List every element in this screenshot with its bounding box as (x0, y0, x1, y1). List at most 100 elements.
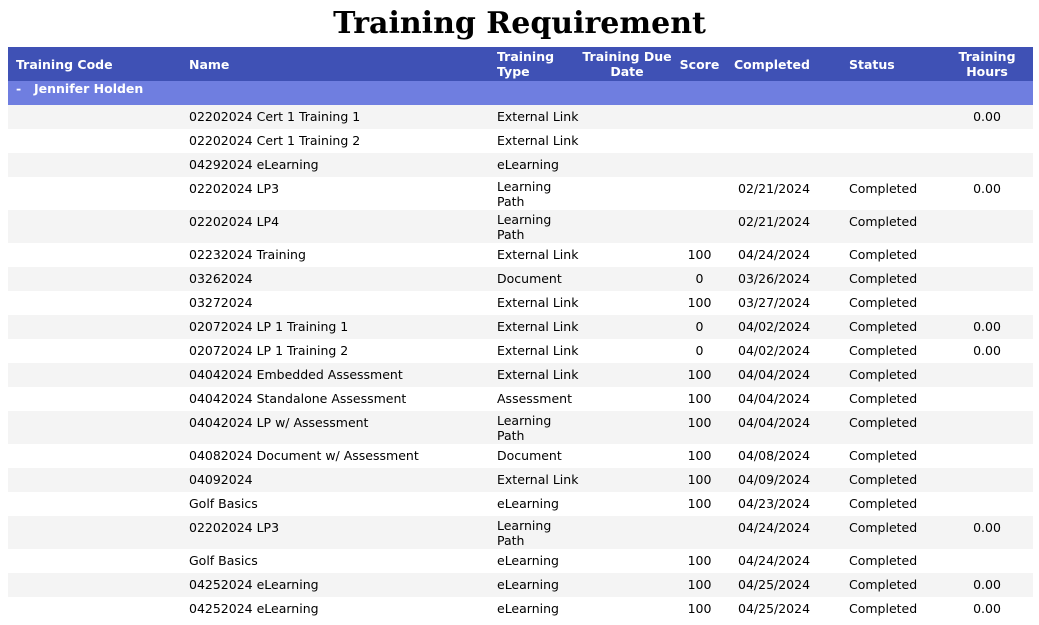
table-row: 04042024 Embedded Assessment External Lin… (8, 363, 1033, 387)
score-cell (673, 210, 726, 243)
due-date-cell (581, 411, 673, 444)
table-row: 03272024 External Link 100 03/27/2024 Comple… (8, 291, 1033, 315)
header-training-code[interactable]: Training Code (8, 47, 181, 81)
score-cell: 100 (673, 573, 726, 597)
score-cell: 0 (673, 315, 726, 339)
header-training-due-date[interactable]: Training Due Date (581, 47, 673, 81)
code-cell (8, 267, 181, 291)
completed-date-cell: 04/04/2024 (726, 387, 841, 411)
table-row: 02072024 LP 1 Training 2 External Link 0 04… (8, 339, 1033, 363)
score-cell (673, 177, 726, 210)
code-cell (8, 315, 181, 339)
hours-cell (941, 468, 1033, 492)
score-cell: 100 (673, 468, 726, 492)
completed-date-cell: 04/24/2024 (726, 516, 841, 549)
score-cell: 100 (673, 549, 726, 573)
group-name: Jennifer Holden (34, 81, 144, 96)
type-cell: Learning Path (489, 177, 581, 210)
header-completed[interactable]: Completed (726, 47, 841, 81)
completed-date-cell: 02/21/2024 (726, 177, 841, 210)
completed-date-cell: 03/27/2024 (726, 291, 841, 315)
due-date-cell (581, 177, 673, 210)
hours-cell (941, 411, 1033, 444)
hours-cell: 0.00 (941, 597, 1033, 621)
hours-cell: 0.00 (941, 105, 1033, 129)
header-training-type[interactable]: Training Type (489, 47, 581, 81)
completed-date-cell: 04/24/2024 (726, 549, 841, 573)
code-cell (8, 444, 181, 468)
score-cell: 100 (673, 291, 726, 315)
completed-date-cell: 04/04/2024 (726, 411, 841, 444)
score-cell (673, 105, 726, 129)
completed-date-cell: 04/02/2024 (726, 315, 841, 339)
score-cell (673, 516, 726, 549)
completed-date-cell: 02/21/2024 (726, 210, 841, 243)
collapse-toggle[interactable]: - (16, 81, 34, 96)
table-row: 04042024 LP w/ Assessment Learning Path 10… (8, 411, 1033, 444)
status-cell: Completed (841, 267, 941, 291)
table-row: 03262024 Document 0 03/26/2024 Completed (8, 267, 1033, 291)
status-cell: Completed (841, 363, 941, 387)
type-cell: External Link (489, 315, 581, 339)
due-date-cell (581, 516, 673, 549)
name-cell: Golf Basics (181, 492, 489, 516)
type-cell: Learning Path (489, 411, 581, 444)
status-cell (841, 153, 941, 177)
type-cell: eLearning (489, 597, 581, 621)
score-cell: 100 (673, 597, 726, 621)
hours-cell: 0.00 (941, 315, 1033, 339)
status-cell: Completed (841, 573, 941, 597)
training-table: Training Code Name Training Type Trainin… (8, 47, 1033, 621)
completed-date-cell (726, 129, 841, 153)
name-cell: Golf Basics (181, 549, 489, 573)
status-cell: Completed (841, 492, 941, 516)
header-score[interactable]: Score (673, 47, 726, 81)
score-cell: 100 (673, 411, 726, 444)
code-cell (8, 153, 181, 177)
status-cell: Completed (841, 243, 941, 267)
hours-cell (941, 210, 1033, 243)
code-cell (8, 387, 181, 411)
score-cell: 100 (673, 492, 726, 516)
name-cell: 02072024 LP 1 Training 1 (181, 315, 489, 339)
hours-cell (941, 129, 1033, 153)
name-cell: 04252024 eLearning (181, 597, 489, 621)
hours-cell (941, 243, 1033, 267)
table-row: 04252024 eLearning eLearning 100 04/25/2024… (8, 597, 1033, 621)
code-cell (8, 210, 181, 243)
header-status[interactable]: Status (841, 47, 941, 81)
header-training-hours[interactable]: Training Hours (941, 47, 1033, 81)
table-row: 02202024 LP3 Learning Path 02/21/2024 Compl… (8, 177, 1033, 210)
hours-cell: 0.00 (941, 516, 1033, 549)
table-row: 04292024 eLearning eLearning (8, 153, 1033, 177)
table-row: 02202024 LP4 Learning Path 02/21/2024 Compl… (8, 210, 1033, 243)
code-cell (8, 129, 181, 153)
type-cell: Learning Path (489, 210, 581, 243)
name-cell: 04252024 eLearning (181, 573, 489, 597)
table-row: 04092024 External Link 100 04/09/2024 Comple… (8, 468, 1033, 492)
name-cell: 02202024 LP3 (181, 177, 489, 210)
type-cell: Learning Path (489, 516, 581, 549)
name-cell: 03272024 (181, 291, 489, 315)
due-date-cell (581, 315, 673, 339)
hours-cell (941, 291, 1033, 315)
status-cell: Completed (841, 339, 941, 363)
type-cell: External Link (489, 129, 581, 153)
completed-date-cell: 04/02/2024 (726, 339, 841, 363)
name-cell: 02202024 LP4 (181, 210, 489, 243)
completed-date-cell: 04/23/2024 (726, 492, 841, 516)
due-date-cell (581, 339, 673, 363)
type-cell: Document (489, 444, 581, 468)
code-cell (8, 549, 181, 573)
header-name[interactable]: Name (181, 47, 489, 81)
hours-cell (941, 387, 1033, 411)
score-cell: 100 (673, 444, 726, 468)
code-cell (8, 492, 181, 516)
name-cell: 02232024 Training (181, 243, 489, 267)
due-date-cell (581, 573, 673, 597)
status-cell (841, 129, 941, 153)
type-cell: eLearning (489, 153, 581, 177)
status-cell: Completed (841, 387, 941, 411)
status-cell: Completed (841, 411, 941, 444)
name-cell: 02202024 LP3 (181, 516, 489, 549)
